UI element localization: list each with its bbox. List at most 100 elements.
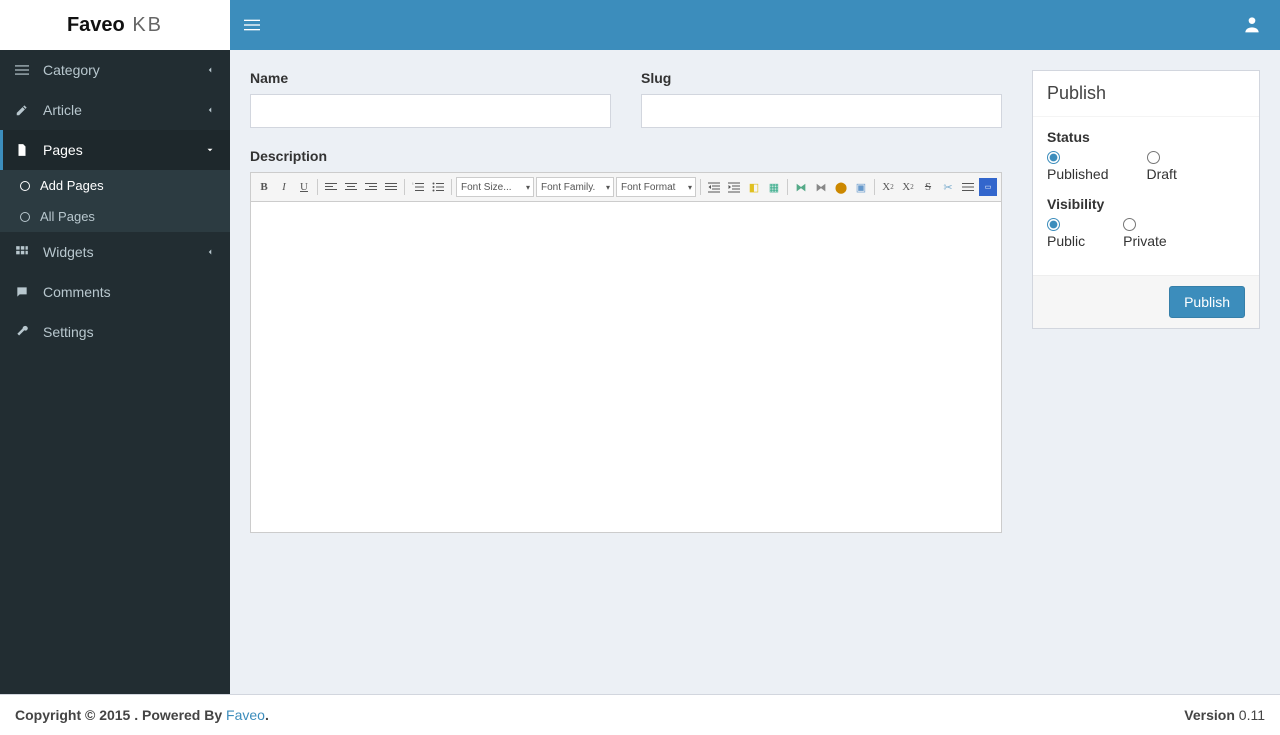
editor-textarea[interactable]	[251, 202, 1001, 532]
strikethrough-button[interactable]: S	[919, 178, 937, 196]
sidebar-item-widgets[interactable]: Widgets	[0, 232, 230, 272]
status-label: Status	[1047, 129, 1245, 145]
sidebar-item-article[interactable]: Article	[0, 90, 230, 130]
ordered-list-button[interactable]: 1	[409, 178, 427, 196]
footer-suffix: .	[265, 707, 269, 723]
unlink-button[interactable]: ⧓	[812, 178, 830, 196]
visibility-label: Visibility	[1047, 196, 1245, 212]
slug-input[interactable]	[641, 94, 1002, 128]
sidebar-item-comments[interactable]: Comments	[0, 272, 230, 312]
file-icon	[15, 143, 35, 157]
align-justify-icon	[385, 181, 397, 193]
svg-text:1: 1	[412, 182, 414, 186]
code-button[interactable]: ▣	[852, 178, 870, 196]
image-button[interactable]: ⬤	[832, 178, 850, 196]
logo-suffix: KB	[125, 14, 163, 36]
outdent-button[interactable]	[705, 178, 723, 196]
sidebar-subitem-label: Add Pages	[40, 178, 104, 193]
user-menu[interactable]	[1242, 14, 1262, 37]
link-button[interactable]: ⧓	[792, 178, 810, 196]
hr-button[interactable]	[959, 178, 977, 196]
sidebar-item-label: Settings	[43, 324, 94, 340]
indent-button[interactable]	[725, 178, 743, 196]
visibility-public-radio[interactable]	[1047, 218, 1060, 231]
status-draft-radio[interactable]	[1147, 151, 1160, 164]
sidebar-toggle-button[interactable]	[230, 0, 274, 50]
clear-format-button[interactable]: ✂	[939, 178, 957, 196]
top-header: Faveo KB	[0, 0, 1280, 50]
chevron-left-icon	[205, 244, 215, 260]
comment-icon	[15, 285, 35, 299]
align-center-icon	[345, 181, 357, 193]
publish-button[interactable]: Publish	[1169, 286, 1245, 318]
sidebar-item-pages[interactable]: Pages	[0, 130, 230, 170]
grid-icon	[15, 245, 35, 259]
sidebar-item-label: Category	[43, 62, 100, 78]
status-published-radio[interactable]	[1047, 151, 1060, 164]
wrench-icon	[15, 325, 35, 339]
description-label: Description	[250, 148, 1002, 164]
user-icon	[1242, 14, 1262, 34]
publish-box-title: Publish	[1033, 71, 1259, 117]
font-size-select[interactable]: Font Size...	[456, 177, 534, 197]
chevron-down-icon	[205, 142, 215, 158]
align-left-icon	[325, 181, 337, 193]
list-icon	[15, 63, 35, 77]
edit-icon	[15, 103, 35, 117]
sidebar-item-label: Comments	[43, 284, 111, 300]
version-value: 0.11	[1235, 707, 1265, 723]
sidebar: Category Article Pages Add Pages	[0, 50, 230, 694]
source-button[interactable]: ▭	[979, 178, 997, 196]
visibility-private-option[interactable]: Private	[1123, 218, 1167, 249]
bold-button[interactable]: B	[255, 178, 273, 196]
underline-button[interactable]: U	[295, 178, 313, 196]
sidebar-subitem-add-pages[interactable]: Add Pages	[0, 170, 230, 201]
table-button[interactable]: ▦	[765, 178, 783, 196]
highlight-button[interactable]: ◧	[745, 178, 763, 196]
chevron-left-icon	[205, 102, 215, 118]
visibility-private-radio[interactable]	[1123, 218, 1136, 231]
sidebar-subitem-label: All Pages	[40, 209, 95, 224]
version-label: Version	[1184, 707, 1235, 723]
radio-label: Published	[1047, 166, 1109, 182]
indent-icon	[728, 181, 740, 193]
italic-button[interactable]: I	[275, 178, 293, 196]
circle-icon	[20, 212, 30, 222]
unordered-list-button[interactable]	[429, 178, 447, 196]
align-right-button[interactable]	[362, 178, 380, 196]
sidebar-item-label: Article	[43, 102, 82, 118]
publish-box: Publish Status Published Draft	[1032, 70, 1260, 329]
ol-icon: 1	[412, 181, 424, 193]
visibility-public-option[interactable]: Public	[1047, 218, 1085, 249]
chevron-left-icon	[205, 62, 215, 78]
slug-label: Slug	[641, 70, 1002, 86]
radio-label: Public	[1047, 233, 1085, 249]
status-published-option[interactable]: Published	[1047, 151, 1109, 182]
outdent-icon	[708, 181, 720, 193]
sidebar-item-category[interactable]: Category	[0, 50, 230, 90]
hamburger-icon	[244, 17, 260, 33]
superscript-button[interactable]: X2	[899, 178, 917, 196]
logo[interactable]: Faveo KB	[0, 0, 230, 50]
subscript-button[interactable]: X2	[879, 178, 897, 196]
sidebar-submenu-pages: Add Pages All Pages	[0, 170, 230, 232]
logo-brand: Faveo	[67, 14, 125, 36]
align-justify-button[interactable]	[382, 178, 400, 196]
align-left-button[interactable]	[322, 178, 340, 196]
footer-copyright: Copyright © 2015 . Powered By	[15, 707, 226, 723]
name-label: Name	[250, 70, 611, 86]
sidebar-subitem-all-pages[interactable]: All Pages	[0, 201, 230, 232]
main-content: Name Slug Description B I U	[230, 50, 1280, 694]
sidebar-item-label: Widgets	[43, 244, 94, 260]
name-input[interactable]	[250, 94, 611, 128]
sidebar-item-settings[interactable]: Settings	[0, 312, 230, 352]
hr-icon	[962, 181, 974, 193]
align-center-button[interactable]	[342, 178, 360, 196]
footer-brand-link[interactable]: Faveo	[226, 707, 265, 723]
footer: Copyright © 2015 . Powered By Faveo. Ver…	[0, 694, 1280, 735]
status-draft-option[interactable]: Draft	[1147, 151, 1177, 182]
radio-label: Private	[1123, 233, 1167, 249]
font-family-select[interactable]: Font Family.	[536, 177, 614, 197]
radio-label: Draft	[1147, 166, 1177, 182]
font-format-select[interactable]: Font Format	[616, 177, 696, 197]
